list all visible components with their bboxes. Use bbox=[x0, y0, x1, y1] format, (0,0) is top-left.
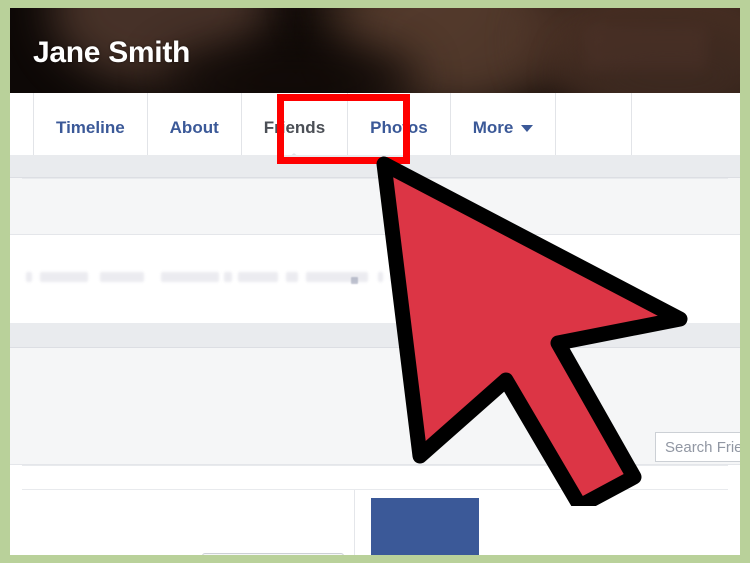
tab-timeline[interactable]: Timeline bbox=[33, 93, 148, 163]
tab-friends[interactable]: Friends bbox=[241, 93, 349, 164]
chevron-down-icon bbox=[521, 124, 534, 132]
blurred-text-row bbox=[26, 272, 396, 283]
profile-tabs: Timeline About Friends Photos More bbox=[33, 93, 633, 164]
friend-action-button[interactable] bbox=[202, 553, 344, 555]
facebook-page: Jane Smith Timeline About Friends Photos bbox=[10, 8, 740, 555]
content-section-header bbox=[10, 155, 740, 178]
content-section-body bbox=[10, 178, 740, 235]
friend-thumbnail[interactable] bbox=[371, 498, 479, 555]
tab-photos-label: Photos bbox=[370, 118, 428, 137]
section-divider bbox=[22, 489, 728, 490]
screenshot-frame: Jane Smith Timeline About Friends Photos bbox=[0, 0, 750, 563]
profile-name: Jane Smith bbox=[33, 36, 191, 69]
content-section-header bbox=[10, 323, 740, 348]
section-divider bbox=[22, 465, 728, 466]
tab-more[interactable]: More bbox=[450, 93, 557, 163]
grid-column-divider bbox=[354, 490, 355, 555]
cover-light-patch bbox=[585, 26, 707, 70]
tab-bar-spacer bbox=[556, 93, 633, 163]
blurred-badge-icon bbox=[351, 277, 358, 284]
profile-nav-bar: Timeline About Friends Photos More bbox=[10, 93, 740, 164]
tab-about-label: About bbox=[169, 118, 219, 137]
content-section-white bbox=[10, 465, 740, 490]
tab-photos[interactable]: Photos bbox=[348, 93, 451, 163]
tab-more-label: More bbox=[472, 118, 514, 137]
tab-timeline-label: Timeline bbox=[56, 118, 125, 137]
cover-photo[interactable]: Jane Smith bbox=[10, 8, 740, 93]
search-friends-input[interactable]: Search Friends bbox=[655, 432, 740, 462]
tab-friends-label: Friends bbox=[263, 118, 326, 137]
section-divider bbox=[22, 178, 728, 179]
content-section-body bbox=[10, 348, 740, 465]
tab-about[interactable]: About bbox=[147, 93, 242, 163]
